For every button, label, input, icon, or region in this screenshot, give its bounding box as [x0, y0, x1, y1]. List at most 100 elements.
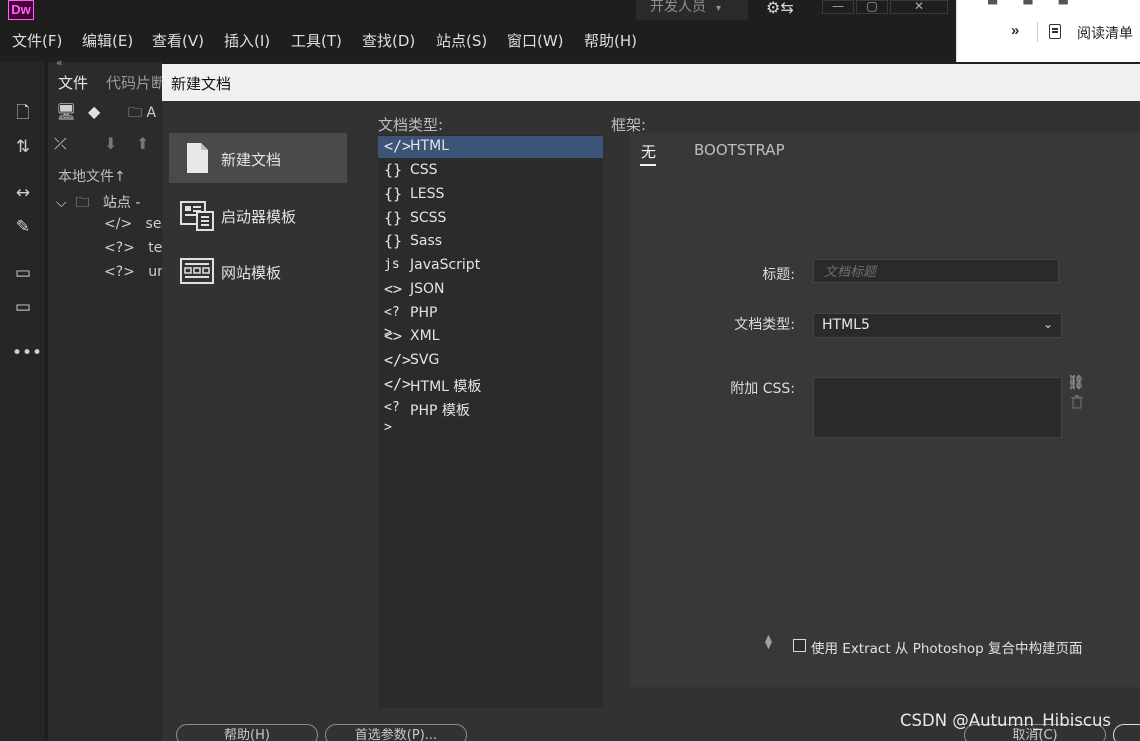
php-tag-icon: <?> [384, 400, 400, 435]
folder-icon: 🗀 [128, 105, 142, 121]
menu-help[interactable]: 帮助(H) [584, 30, 637, 51]
active-tab-indicator [640, 164, 656, 166]
reading-list-icon[interactable] [1049, 24, 1061, 39]
maximize-button[interactable]: ▢ [856, 0, 888, 14]
tab-framework-bootstrap[interactable]: BOOTSTRAP [694, 141, 785, 159]
doctype-label: HTML [410, 138, 449, 154]
sync-settings-icon[interactable]: ⚙⇆ [766, 0, 800, 20]
category-site-templates[interactable]: 网站模板 [169, 246, 347, 296]
chevron-down-icon: ⌵ [56, 195, 67, 211]
doctype-item-css[interactable]: {} CSS [378, 160, 603, 182]
tab-snippets[interactable]: 代码片断 [106, 72, 166, 93]
menu-view[interactable]: 查看(V) [152, 30, 204, 51]
category-new-document[interactable]: 新建文档 [169, 133, 347, 183]
doctype-item-html[interactable]: </> HTML [378, 136, 603, 158]
menu-find[interactable]: 查找(D) [362, 30, 415, 51]
more-icon[interactable]: ••• [12, 342, 42, 364]
doctype-item-sass[interactable]: {} Sass [378, 231, 603, 253]
put-files-icon[interactable]: ⬆ [136, 134, 149, 153]
doctype-select[interactable]: HTML5 ⌄ [813, 313, 1062, 338]
doctype-item-php-template[interactable]: <?> PHP 模板 [378, 398, 603, 435]
code-tag-icon: </> [384, 351, 412, 369]
xml-file-icon: <> [384, 327, 403, 345]
doctype-list: </> HTML {} CSS {} LESS {} SCSS {} Sass js Jav… [378, 135, 603, 708]
help-button[interactable]: 帮助(H) [176, 724, 318, 741]
close-button[interactable]: ✕ [890, 0, 948, 14]
local-files-header[interactable]: 本地文件↑ [58, 166, 126, 186]
menu-tools[interactable]: 工具(T) [291, 30, 342, 51]
disable-comment-icon[interactable]: ▭ [12, 296, 34, 318]
expand-icon[interactable]: ↔ [12, 182, 34, 204]
dialog-title: 新建文档 [171, 75, 232, 93]
doctype-label: SCSS [410, 210, 447, 226]
doctype-label: PHP [410, 305, 438, 321]
doctype-label: CSS [410, 162, 438, 178]
get-files-icon[interactable]: ⬇ [104, 134, 117, 153]
new-document-dialog: 新建文档 新建文档 启动器模板 网站模板 文档类型: </> HTML {} C… [162, 64, 1140, 741]
doctype-item-javascript[interactable]: js JavaScript [378, 255, 603, 277]
layers-icon: ⧫ [765, 634, 772, 650]
collapse-panel-icon[interactable]: « [56, 56, 63, 69]
site-dropdown[interactable]: 🗀 A [128, 102, 156, 126]
create-button[interactable] [1113, 724, 1140, 741]
doctype-item-html-template[interactable]: </> HTML 模板 [378, 374, 603, 396]
files-panel-tabs: 文件 代码片断 [48, 70, 166, 93]
extract-checkbox[interactable] [793, 639, 806, 652]
code-tag-icon: </> [384, 137, 412, 155]
sort-up-icon: ↑ [114, 169, 126, 185]
doctype-item-xml[interactable]: <> XML [378, 326, 603, 348]
attach-css-list[interactable] [813, 377, 1062, 438]
doctype-label: PHP 模板 [410, 403, 470, 419]
workspace-switcher[interactable]: 开发人员 ▾ [636, 0, 748, 20]
link-icon[interactable]: ⛓ [1067, 375, 1085, 391]
menu-insert[interactable]: 插入(I) [224, 30, 270, 51]
brush-icon[interactable]: ✎ [12, 216, 34, 238]
manage-sites-icon[interactable]: 🖥 [56, 102, 76, 121]
transfer-icon[interactable]: ⇅ [12, 136, 34, 158]
app-logo: Dw [8, 0, 34, 20]
doctype-item-json[interactable]: <> JSON [378, 279, 603, 301]
extract-checkbox-label[interactable]: 使用 Extract 从 Photoshop 复合中构建页面 [811, 637, 1082, 657]
doctype-item-less[interactable]: {} LESS [378, 184, 603, 206]
local-files-label: 本地文件 [58, 169, 114, 185]
doctype-select-label: 文档类型: [734, 317, 795, 333]
category-label: 新建文档 [221, 151, 282, 169]
category-label: 网站模板 [221, 264, 282, 282]
tree-row[interactable]: <?> un [104, 264, 166, 280]
chevron-more-icon[interactable]: » [1011, 22, 1019, 39]
divider [1037, 22, 1038, 42]
category-starter-templates[interactable]: 启动器模板 [169, 190, 347, 240]
php-file-icon: <?> [104, 240, 135, 256]
braces-icon: {} [384, 161, 403, 179]
preferences-button[interactable]: 首选参数(P)... [325, 724, 467, 741]
tree-row[interactable]: <?> te [104, 240, 162, 256]
doctype-item-php[interactable]: <?> PHP [378, 303, 603, 340]
doctype-heading: 文档类型: [378, 116, 444, 134]
doctype-item-svg[interactable]: </> SVG [378, 350, 603, 372]
menu-window[interactable]: 窗口(W) [507, 30, 564, 51]
title-input[interactable] [813, 259, 1059, 283]
doctype-item-scss[interactable]: {} SCSS [378, 208, 603, 230]
menu-edit[interactable]: 编辑(E) [82, 30, 133, 51]
reading-list-button[interactable]: 阅读清单 [1077, 23, 1133, 43]
left-toolbar: 🗋 ⇅ ↔ ✎ ▭ ▭ ••• [0, 62, 46, 741]
tab-framework-none[interactable]: 无 [641, 141, 656, 162]
minimize-button[interactable]: — [822, 0, 854, 14]
tree-row[interactable]: ⌵ 🗀 站点 - [56, 192, 140, 216]
disconnect-icon[interactable]: ⤫ [54, 134, 67, 154]
php-file-icon: <?> [104, 264, 135, 280]
menu-file[interactable]: 文件(F) [12, 30, 62, 51]
tree-row[interactable]: </> se [104, 216, 161, 232]
html-file-icon: </> [104, 216, 133, 232]
php-tag-icon: <?> [384, 305, 400, 340]
tree-row-label: te [148, 240, 163, 256]
tab-files[interactable]: 文件 [58, 72, 88, 93]
new-file-icon[interactable]: 🗋 [12, 102, 34, 124]
comment-icon[interactable]: ▭ [12, 262, 34, 284]
git-icon[interactable]: ◆ [88, 102, 100, 121]
trash-icon[interactable] [1071, 395, 1083, 409]
menu-site[interactable]: 站点(S) [436, 30, 487, 51]
dialog-header: 新建文档 [162, 64, 1140, 101]
browser-toolbar-icons: ■■■ [987, 0, 1093, 6]
framework-heading: 框架: [611, 116, 647, 134]
